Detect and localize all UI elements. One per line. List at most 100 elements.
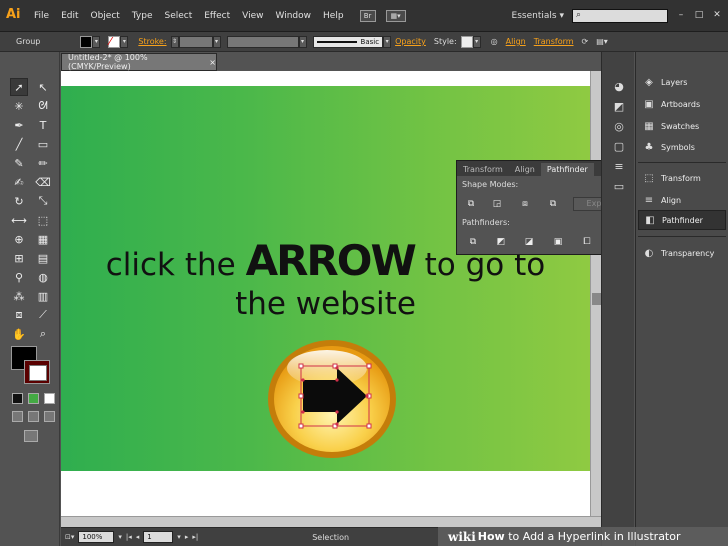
- zoom-dropdown[interactable]: ▾: [118, 533, 122, 541]
- crop-icon[interactable]: ▣: [550, 235, 566, 249]
- none-mode-swatch[interactable]: [44, 393, 55, 404]
- menu-edit[interactable]: Edit: [55, 11, 84, 21]
- style-dropdown[interactable]: ▾: [472, 35, 481, 48]
- pen-tool-icon[interactable]: ✒: [10, 116, 28, 134]
- close-tab-icon[interactable]: ×: [209, 58, 216, 67]
- stroke-weight-dropdown[interactable]: ▾: [212, 35, 221, 48]
- arrange-documents-icon[interactable]: ▦▾: [385, 9, 406, 22]
- artboard-dropdown[interactable]: ▾: [177, 533, 181, 541]
- selection-tool-icon[interactable]: ➚: [10, 78, 28, 96]
- last-artboard-button[interactable]: ▸|: [192, 533, 198, 541]
- perspective-grid-tool-icon[interactable]: ▦: [34, 230, 52, 248]
- divide-icon[interactable]: ⧉: [465, 235, 481, 249]
- dock-item-swatches[interactable]: ▦ Swatches: [638, 116, 726, 136]
- status-current-tool[interactable]: Selection: [312, 533, 349, 542]
- horizontal-scrollbar[interactable]: [61, 516, 601, 527]
- color-panel-icon[interactable]: ◩: [611, 98, 627, 114]
- gradient-tool-icon[interactable]: ▤: [34, 249, 52, 267]
- direct-selection-tool-icon[interactable]: ↖: [34, 78, 52, 96]
- lasso-tool-icon[interactable]: ᘛ: [34, 97, 52, 115]
- symbol-sprayer-tool-icon[interactable]: ⁂: [10, 287, 28, 305]
- fill-color-swatch[interactable]: [80, 35, 93, 48]
- document-tab[interactable]: Untitled-2* @ 100% (CMYK/Preview) ×: [61, 53, 217, 71]
- panel-menu-icon[interactable]: ▤▾: [592, 37, 612, 46]
- fill-dropdown[interactable]: ▾: [92, 35, 101, 48]
- screen-mode-icon[interactable]: [24, 430, 38, 442]
- eyedropper-tool-icon[interactable]: ⚲: [10, 268, 28, 286]
- brush-dropdown[interactable]: ▾: [383, 35, 392, 48]
- close-window-button[interactable]: ✕: [710, 10, 724, 22]
- zoom-level-field[interactable]: 100%: [78, 531, 115, 543]
- eraser-tool-icon[interactable]: ⌫: [34, 173, 52, 191]
- menu-object[interactable]: Object: [85, 11, 126, 21]
- scale-tool-icon[interactable]: ⤡: [34, 192, 52, 210]
- dock-item-pathfinder[interactable]: ◧ Pathfinder: [638, 210, 726, 230]
- artwork-subline[interactable]: the website: [61, 286, 590, 322]
- opacity-link[interactable]: Opacity: [391, 37, 430, 46]
- arrow-button-artwork[interactable]: [267, 338, 397, 460]
- gradient-panel-icon[interactable]: ▭: [611, 178, 627, 194]
- line-tool-icon[interactable]: ╱: [10, 135, 28, 153]
- dock-item-transform[interactable]: ⬚ Transform: [638, 168, 726, 188]
- menu-type[interactable]: Type: [126, 11, 159, 21]
- column-graph-tool-icon[interactable]: ▥: [34, 287, 52, 305]
- menu-view[interactable]: View: [236, 11, 269, 21]
- gradient-mode-swatch[interactable]: [28, 393, 39, 404]
- paintbrush-tool-icon[interactable]: ✎: [10, 154, 28, 172]
- graphic-style-swatch[interactable]: [460, 35, 473, 48]
- bridge-button[interactable]: Br: [359, 9, 376, 22]
- shape-builder-tool-icon[interactable]: ⊕: [10, 230, 28, 248]
- appearance-icon[interactable]: ◎: [611, 118, 627, 134]
- tab-transform[interactable]: Transform: [457, 163, 509, 176]
- dock-item-artboards[interactable]: ▣ Artboards: [638, 94, 726, 114]
- dock-item-align[interactable]: ≡ Align: [638, 190, 726, 210]
- outline-icon[interactable]: ⧠: [579, 235, 595, 249]
- canvas[interactable]: click the ARROW to go to the website: [61, 71, 590, 516]
- draw-inside-icon[interactable]: [44, 411, 55, 422]
- rectangle-tool-icon[interactable]: ▭: [34, 135, 52, 153]
- color-mode-swatch[interactable]: [12, 393, 23, 404]
- merge-icon[interactable]: ◪: [521, 235, 537, 249]
- magic-wand-tool-icon[interactable]: ✳: [10, 97, 28, 115]
- first-artboard-button[interactable]: |◂: [126, 533, 132, 541]
- zoom-tool-icon[interactable]: ⌕: [34, 325, 52, 343]
- draw-behind-icon[interactable]: [28, 411, 39, 422]
- unite-icon[interactable]: ⧉: [463, 197, 479, 211]
- transform-link[interactable]: Transform: [530, 37, 578, 46]
- pencil-tool-icon[interactable]: ✏: [34, 154, 52, 172]
- recolor-artwork-icon[interactable]: ◎: [487, 37, 502, 46]
- minimize-button[interactable]: –: [674, 10, 688, 22]
- draw-mode-icon[interactable]: [12, 411, 23, 422]
- stroke-color-box[interactable]: [24, 360, 50, 384]
- variable-width-profile[interactable]: [226, 35, 299, 48]
- workspace-switcher[interactable]: Essentials ▾: [512, 11, 564, 21]
- stroke-panel-icon[interactable]: ≡: [611, 158, 627, 174]
- graphic-styles-icon[interactable]: ▢: [611, 138, 627, 154]
- artboard-tool-icon[interactable]: ⧈: [10, 306, 28, 324]
- menu-help[interactable]: Help: [317, 11, 350, 21]
- isolate-group-icon[interactable]: ⟳: [578, 37, 593, 46]
- stroke-dropdown[interactable]: ▾: [120, 35, 129, 48]
- align-link[interactable]: Align: [502, 37, 530, 46]
- dock-item-transparency[interactable]: ◐ Transparency: [638, 243, 726, 263]
- help-search-input[interactable]: ⌕: [572, 8, 668, 23]
- type-tool-icon[interactable]: T: [34, 116, 52, 134]
- menu-effect[interactable]: Effect: [198, 11, 236, 21]
- tab-pathfinder[interactable]: Pathfinder: [540, 163, 594, 176]
- menu-window[interactable]: Window: [270, 11, 318, 21]
- mesh-tool-icon[interactable]: ⊞: [10, 249, 28, 267]
- slice-tool-icon[interactable]: ⟋: [34, 306, 52, 324]
- artboard-number-field[interactable]: 1: [143, 531, 174, 543]
- stroke-color-swatch[interactable]: ⁄: [108, 35, 121, 48]
- artboard[interactable]: click the ARROW to go to the website: [61, 86, 590, 471]
- tab-align[interactable]: Align: [509, 163, 541, 176]
- profile-dropdown[interactable]: ▾: [298, 35, 307, 48]
- next-artboard-button[interactable]: ▸: [185, 533, 189, 541]
- vertical-scroll-thumb[interactable]: [592, 293, 601, 305]
- intersect-icon[interactable]: ⧈: [517, 197, 533, 211]
- minus-front-icon[interactable]: ◲: [489, 197, 505, 211]
- vertical-scrollbar[interactable]: [590, 71, 601, 516]
- stroke-panel-link[interactable]: Stroke:: [134, 37, 170, 46]
- rotate-tool-icon[interactable]: ↻: [10, 192, 28, 210]
- trim-icon[interactable]: ◩: [493, 235, 509, 249]
